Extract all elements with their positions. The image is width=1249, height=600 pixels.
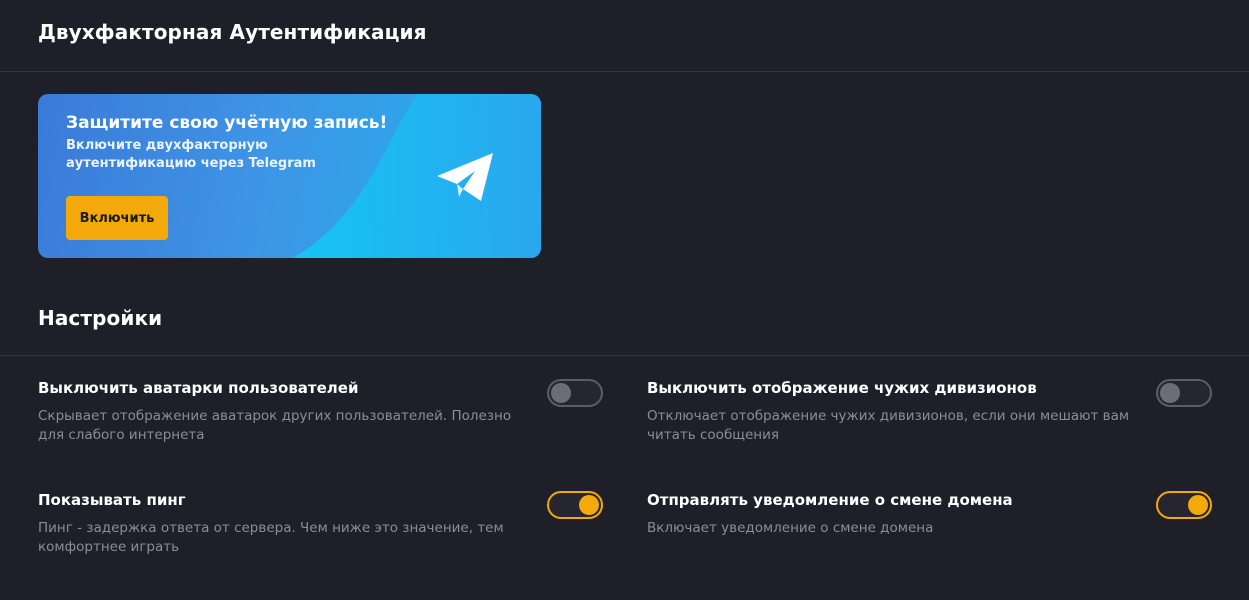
settings-header: Настройки [0,290,1249,356]
setting-hide-avatars: Выключить аватарки пользователей Скрывае… [38,378,603,445]
setting-domain-notify: Отправлять уведомление о смене домена Вк… [647,490,1212,538]
setting-title: Выключить аватарки пользователей [38,379,359,397]
toggle-knob [1160,383,1180,403]
setting-description: Пинг - задержка ответа от сервера. Чем н… [38,520,504,555]
domain-notify-toggle[interactable] [1156,491,1212,519]
settings-title: Настройки [38,306,163,330]
show-ping-toggle[interactable] [547,491,603,519]
setting-show-ping: Показывать пинг Пинг - задержка ответа о… [38,490,603,557]
toggle-knob [579,495,599,515]
setting-description: Включает уведомление о смене домена [647,520,934,536]
setting-title: Показывать пинг [38,491,186,509]
setting-title: Выключить отображение чужих дивизионов [647,379,1037,397]
telegram-icon [437,153,493,201]
two-factor-header: Двухфакторная Аутентификация [0,0,1249,72]
banner-title: Защитите свою учётную запись! [66,113,388,133]
two-factor-banner: Защитите свою учётную запись! Включите д… [38,94,541,258]
hide-divisions-toggle[interactable] [1156,379,1212,407]
toggle-knob [1188,495,1208,515]
banner-description: Включите двухфакторную аутентификацию че… [66,138,316,171]
setting-title: Отправлять уведомление о смене домена [647,491,1013,509]
toggle-knob [551,383,571,403]
enable-2fa-button[interactable]: Включить [66,196,168,240]
setting-hide-divisions: Выключить отображение чужих дивизионов О… [647,378,1212,445]
two-factor-title: Двухфакторная Аутентификация [38,20,427,44]
setting-description: Отключает отображение чужих дивизионов, … [647,408,1130,443]
setting-description: Скрывает отображение аватарок других пол… [38,408,512,443]
hide-avatars-toggle[interactable] [547,379,603,407]
